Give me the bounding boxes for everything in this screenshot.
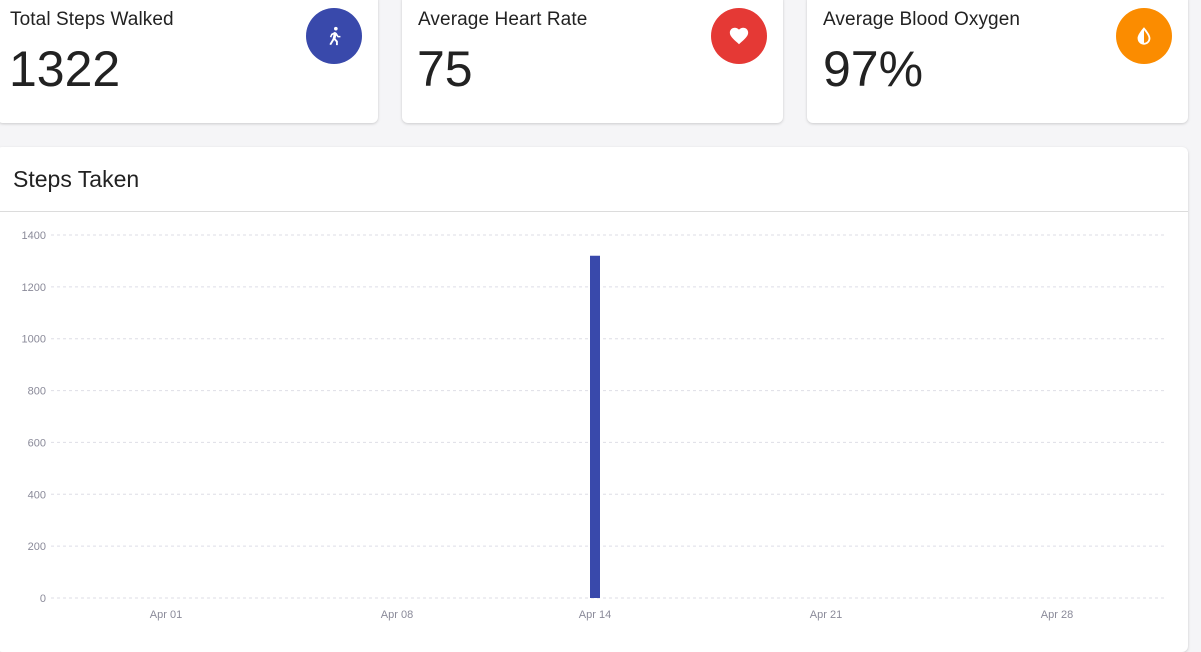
steps-chart-card: Steps Taken 0 200 400 600 800 1000 1200 1400 Apr… [0, 147, 1188, 652]
heart-rate-card: Average Heart Rate 75 [402, 0, 783, 123]
x-tick-label: Apr 21 [810, 609, 842, 621]
stat-title: Total Steps Walked [10, 9, 174, 30]
blood-oxygen-card: Average Blood Oxygen 97% [807, 0, 1188, 123]
steps-card: Total Steps Walked 1322 [0, 0, 378, 123]
stat-value: 75 [417, 41, 473, 97]
stat-title: Average Blood Oxygen [823, 9, 1021, 30]
bar[interactable] [590, 255, 600, 598]
stat-title: Average Heart Rate [418, 9, 588, 30]
y-tick-label: 400 [28, 489, 46, 501]
x-tick-label: Apr 08 [381, 609, 413, 621]
stat-value: 1322 [9, 41, 121, 97]
y-tick-label: 1200 [22, 282, 46, 294]
x-tick-label: Apr 14 [579, 609, 611, 621]
y-tick-label: 800 [28, 386, 46, 398]
y-tick-label: 600 [28, 437, 46, 449]
steps-bar-chart: 0 200 400 600 800 1000 1200 1400 Apr 01 Apr 08 Apr… [22, 230, 1167, 621]
y-tick-label: 0 [40, 593, 46, 605]
x-tick-label: Apr 01 [150, 609, 182, 621]
stat-value: 97% [823, 41, 924, 97]
x-tick-label: Apr 28 [1041, 609, 1073, 621]
heart-icon [711, 8, 767, 64]
y-tick-label: 1000 [22, 334, 46, 346]
y-tick-label: 1400 [22, 230, 46, 242]
running-icon [306, 8, 362, 64]
y-tick-label: 200 [28, 541, 46, 553]
blood-drop-icon [1116, 8, 1172, 64]
